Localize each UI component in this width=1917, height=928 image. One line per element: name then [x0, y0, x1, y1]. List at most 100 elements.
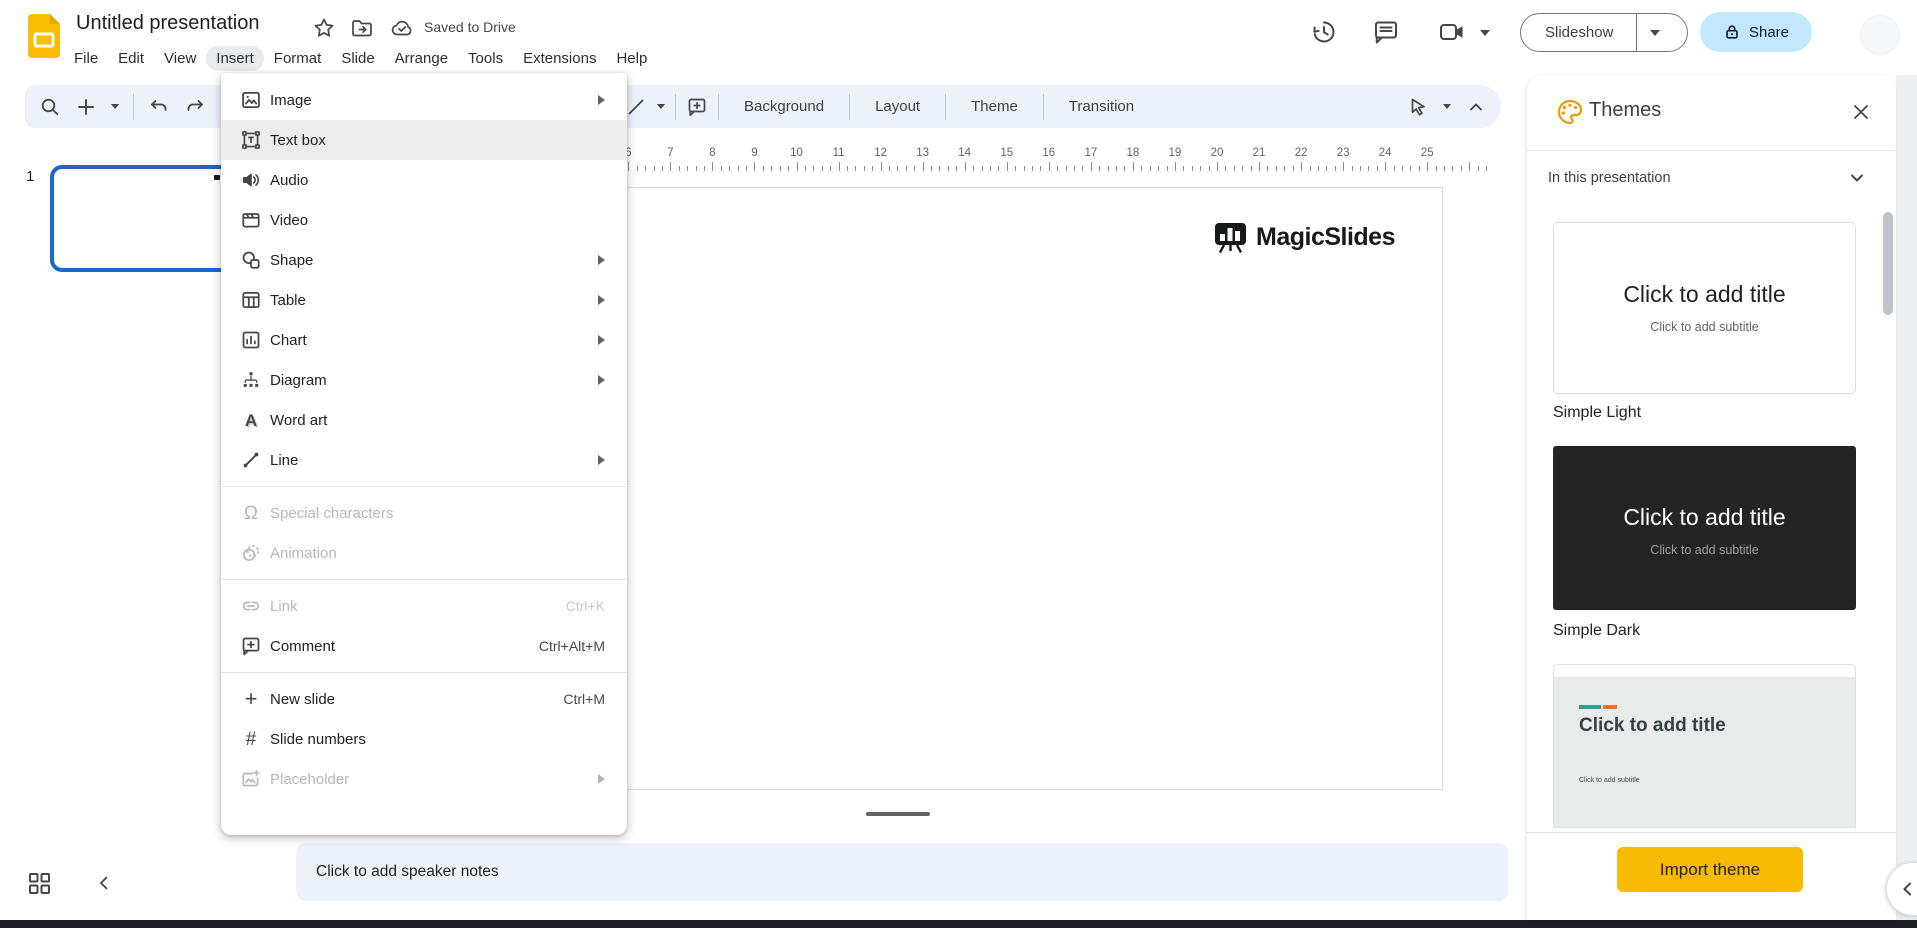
- grid-view-icon[interactable]: [27, 871, 52, 896]
- shape-icon: [242, 251, 260, 269]
- theme-card-third[interactable]: Click to add title Click to add subtitle: [1553, 664, 1856, 828]
- camera-icon[interactable]: [1438, 18, 1466, 46]
- speaker-notes-placeholder: Click to add speaker notes: [316, 863, 499, 880]
- import-theme-button[interactable]: Import theme: [1617, 847, 1803, 892]
- theme-button[interactable]: Theme: [956, 98, 1033, 115]
- line-tool-icon[interactable]: [625, 96, 647, 118]
- menu-edit[interactable]: Edit: [108, 46, 154, 71]
- menu-extensions[interactable]: Extensions: [513, 46, 606, 71]
- save-status[interactable]: Saved to Drive: [424, 19, 516, 35]
- transition-button[interactable]: Transition: [1054, 98, 1149, 115]
- panel-divider: [1527, 832, 1896, 833]
- star-icon[interactable]: [312, 16, 336, 40]
- menu-item-special-characters: Ω Special characters: [221, 493, 627, 533]
- brand-mark-icon: [214, 174, 220, 180]
- camera-caret-icon[interactable]: [1480, 30, 1490, 36]
- undo-icon[interactable]: [148, 96, 170, 118]
- slide-thumbnail[interactable]: MagicSlides: [50, 165, 250, 272]
- link-icon: [242, 601, 260, 611]
- menu-item-slide-numbers[interactable]: # Slide numbers: [221, 719, 627, 759]
- panel-gutter: [1896, 75, 1917, 920]
- menubar: File Edit View Insert Format Slide Arran…: [64, 44, 657, 72]
- redo-icon[interactable]: [184, 96, 206, 118]
- menu-item-link: Link Ctrl+K: [221, 586, 627, 626]
- close-icon[interactable]: [1850, 101, 1872, 123]
- avatar[interactable]: [1860, 15, 1900, 55]
- theme-name: Simple Light: [1553, 404, 1642, 421]
- share-button[interactable]: Share: [1700, 12, 1812, 52]
- zoom-icon[interactable]: [39, 96, 61, 118]
- menu-arrange[interactable]: Arrange: [385, 46, 458, 71]
- theme-preview-subtitle: Click to add subtitle: [1650, 320, 1759, 334]
- toolbar-divider: [675, 93, 676, 120]
- menu-item-image[interactable]: Image: [221, 80, 627, 120]
- submenu-arrow-icon: [598, 255, 605, 265]
- themes-panel-title: Themes: [1589, 99, 1662, 121]
- menu-item-new-slide[interactable]: + New slide Ctrl+M: [221, 679, 627, 719]
- submenu-arrow-icon: [598, 455, 605, 465]
- menu-item-audio[interactable]: Audio: [221, 160, 627, 200]
- word-art-icon: A: [244, 410, 258, 430]
- menu-file[interactable]: File: [64, 46, 108, 71]
- move-folder-icon[interactable]: [350, 16, 374, 40]
- slideshow-caret-icon[interactable]: [1650, 29, 1660, 36]
- menu-tools[interactable]: Tools: [458, 46, 513, 71]
- menu-item-chart[interactable]: Chart: [221, 320, 627, 360]
- menu-item-table[interactable]: Table: [221, 280, 627, 320]
- menu-item-word-art[interactable]: A Word art: [221, 400, 627, 440]
- chevron-down-icon[interactable]: [1847, 168, 1867, 188]
- diagram-icon: [243, 372, 259, 387]
- comments-icon[interactable]: [1372, 18, 1400, 46]
- slide-number: 1: [26, 168, 35, 185]
- insert-menu: Image Text box Audio Video Shape Table C…: [221, 73, 627, 835]
- menu-item-video[interactable]: Video: [221, 200, 627, 240]
- shortcut-label: Ctrl+M: [563, 691, 605, 707]
- document-title[interactable]: Untitled presentation: [76, 12, 259, 35]
- toolbar-divider: [133, 93, 134, 120]
- panel-scrollbar[interactable]: [1883, 212, 1893, 315]
- notes-resize-handle[interactable]: [866, 812, 930, 816]
- menu-format[interactable]: Format: [264, 46, 332, 71]
- layout-button[interactable]: Layout: [860, 98, 935, 115]
- speaker-notes[interactable]: Click to add speaker notes: [296, 843, 1508, 901]
- menu-help[interactable]: Help: [606, 46, 657, 71]
- menu-item-placeholder: Placeholder: [221, 759, 627, 799]
- menu-item-shape[interactable]: Shape: [221, 240, 627, 280]
- chart-icon: [242, 331, 260, 349]
- menu-insert[interactable]: Insert: [206, 45, 264, 71]
- menu-item-diagram[interactable]: Diagram: [221, 360, 627, 400]
- version-history-icon[interactable]: [1310, 18, 1338, 46]
- submenu-arrow-icon: [598, 375, 605, 385]
- theme-card-simple-light[interactable]: Click to add title Click to add subtitle: [1553, 222, 1856, 394]
- menu-view[interactable]: View: [154, 46, 206, 71]
- slideshow-button[interactable]: Slideshow: [1520, 13, 1688, 52]
- submenu-arrow-icon: [598, 295, 605, 305]
- shortcut-label: Ctrl+Alt+M: [538, 638, 605, 654]
- panel-divider: [1527, 150, 1896, 151]
- theme-preview-title: Click to add title: [1623, 281, 1786, 307]
- audio-icon: [243, 173, 260, 187]
- select-tool-icon[interactable]: [1407, 96, 1429, 118]
- hide-menus-icon[interactable]: [1465, 96, 1487, 118]
- select-tool-caret-icon[interactable]: [1443, 104, 1451, 109]
- menu-divider: [221, 486, 627, 487]
- menu-item-line[interactable]: Line: [221, 440, 627, 480]
- brand-mark-icon: [1215, 223, 1246, 253]
- collapse-filmstrip-icon[interactable]: [94, 872, 114, 894]
- new-slide-icon[interactable]: [75, 96, 97, 118]
- menu-item-text-box[interactable]: Text box: [221, 120, 627, 160]
- slide-brand-logo[interactable]: MagicSlides: [1214, 222, 1396, 253]
- theme-card-simple-dark[interactable]: Click to add title Click to add subtitle: [1553, 446, 1856, 610]
- add-comment-icon[interactable]: [686, 96, 708, 118]
- slideshow-divider: [1636, 13, 1637, 52]
- line-tool-caret-icon[interactable]: [657, 104, 665, 109]
- placeholder-icon: [242, 769, 260, 787]
- google-slides-logo[interactable]: [26, 12, 62, 60]
- menu-item-comment[interactable]: Comment Ctrl+Alt+M: [221, 626, 627, 666]
- background-button[interactable]: Background: [729, 98, 839, 115]
- cloud-saved-icon: [391, 20, 412, 36]
- animation-icon: [243, 545, 259, 561]
- menu-slide[interactable]: Slide: [331, 46, 384, 71]
- in-this-presentation-section[interactable]: In this presentation: [1548, 161, 1875, 195]
- new-slide-caret-icon[interactable]: [111, 104, 119, 109]
